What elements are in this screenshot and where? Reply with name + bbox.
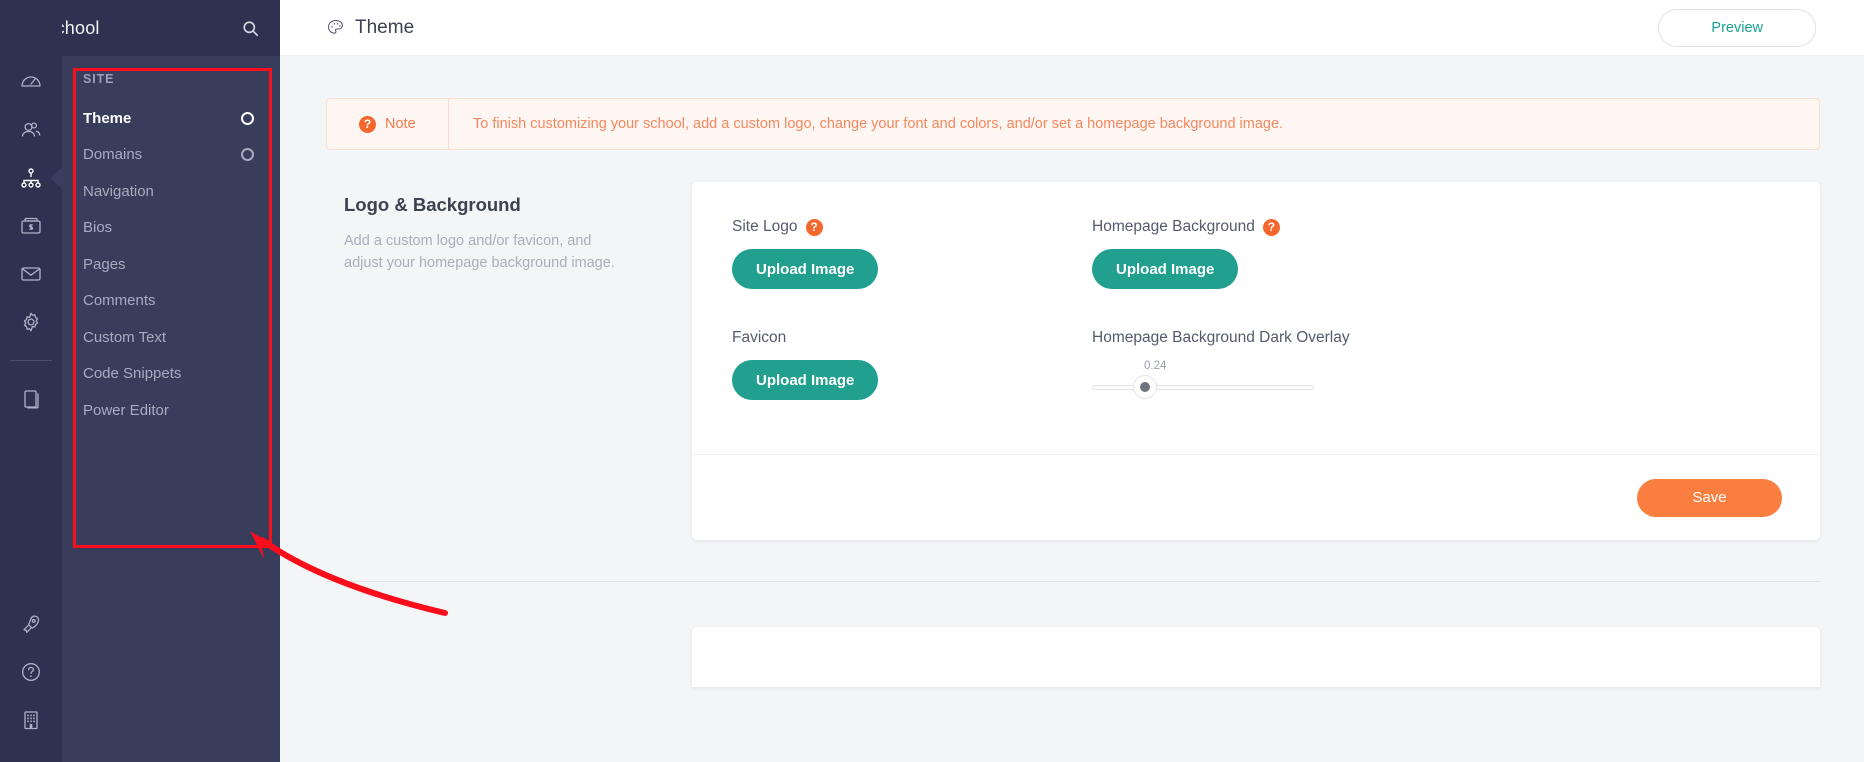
dark-overlay-label: Homepage Background Dark Overlay xyxy=(1092,329,1452,347)
dashboard-icon[interactable] xyxy=(0,58,62,106)
note-label: ? Note xyxy=(327,99,449,149)
book-icon[interactable] xyxy=(0,375,62,423)
primary-icon-rail xyxy=(0,0,62,762)
right-field-column: Homepage Background ? Upload Image Homep… xyxy=(1092,218,1452,400)
sidebar-item-label: Theme xyxy=(83,110,131,127)
billing-icon[interactable] xyxy=(0,202,62,250)
main-area: Theme Preview ? Note To finish customizi… xyxy=(280,0,1864,762)
logo-background-card: Site Logo ? Upload Image Favicon Upload … xyxy=(692,182,1820,540)
homepage-background-label: Homepage Background ? xyxy=(1092,218,1452,236)
dark-overlay-slider[interactable] xyxy=(1092,378,1314,396)
favicon-label-text: Favicon xyxy=(732,329,786,347)
dark-overlay-field: Homepage Background Dark Overlay 0.24 xyxy=(1092,329,1452,396)
sitemap-icon[interactable] xyxy=(0,154,62,202)
sidebar-item-pages[interactable]: Pages xyxy=(62,246,280,283)
preview-button[interactable]: Preview xyxy=(1658,9,1816,47)
status-ring-icon xyxy=(241,148,254,161)
section-subtext: Add a custom logo and/or favicon, and ad… xyxy=(344,230,620,275)
dark-overlay-label-text: Homepage Background Dark Overlay xyxy=(1092,329,1350,347)
sidebar-item-theme[interactable]: Theme xyxy=(62,100,280,137)
page-title-text: Theme xyxy=(355,17,414,39)
mail-icon[interactable] xyxy=(0,250,62,298)
help-circle-icon[interactable] xyxy=(0,648,62,696)
note-banner: ? Note To finish customizing your school… xyxy=(326,98,1820,150)
sidebar-item-label: Comments xyxy=(83,292,156,309)
users-icon[interactable] xyxy=(0,106,62,154)
site-logo-upload-button[interactable]: Upload Image xyxy=(732,249,878,289)
building-icon[interactable] xyxy=(0,696,62,744)
next-section-card xyxy=(692,627,1820,687)
rocket-icon[interactable] xyxy=(0,600,62,648)
card-body: Site Logo ? Upload Image Favicon Upload … xyxy=(692,182,1820,454)
site-logo-label: Site Logo ? xyxy=(732,218,1092,236)
save-button[interactable]: Save xyxy=(1637,479,1782,517)
palette-icon xyxy=(326,18,345,37)
sidebar-item-bios[interactable]: Bios xyxy=(62,210,280,247)
favicon-upload-button[interactable]: Upload Image xyxy=(732,360,878,400)
section-description: Logo & Background Add a custom logo and/… xyxy=(326,182,692,540)
favicon-field: Favicon Upload Image xyxy=(732,329,1092,400)
subnav-group-label: SITE xyxy=(62,56,280,100)
sidebar-item-power-editor[interactable]: Power Editor xyxy=(62,392,280,429)
sidebar-item-label: Domains xyxy=(83,146,142,163)
search-icon[interactable] xyxy=(241,19,260,38)
note-message: To finish customizing your school, add a… xyxy=(449,99,1283,149)
site-logo-field: Site Logo ? Upload Image xyxy=(732,218,1092,289)
page-title: Theme xyxy=(326,17,414,39)
question-badge-icon: ? xyxy=(359,116,376,133)
slider-thumb[interactable] xyxy=(1133,375,1157,399)
settings-gear-icon[interactable] xyxy=(0,298,62,346)
site-logo-label-text: Site Logo xyxy=(732,218,798,236)
sidebar-item-domains[interactable]: Domains xyxy=(62,137,280,174)
sidebar-item-navigation[interactable]: Navigation xyxy=(62,173,280,210)
sidebar-item-label: Navigation xyxy=(83,183,154,200)
sidebar-item-label: Custom Text xyxy=(83,329,166,346)
sidebar-item-comments[interactable]: Comments xyxy=(62,283,280,320)
slider-track[interactable] xyxy=(1092,385,1314,390)
homepage-background-upload-button[interactable]: Upload Image xyxy=(1092,249,1238,289)
homepage-background-field: Homepage Background ? Upload Image xyxy=(1092,218,1452,289)
help-icon[interactable]: ? xyxy=(806,219,823,236)
app-root: myschool SITE Theme Domains Navigation B… xyxy=(0,0,1864,762)
sidebar-item-label: Code Snippets xyxy=(83,365,181,382)
rail-divider xyxy=(10,360,52,361)
sidebar-item-label: Pages xyxy=(83,256,126,273)
content-scroll-area: ? Note To finish customizing your school… xyxy=(280,56,1864,762)
left-field-column: Site Logo ? Upload Image Favicon Upload … xyxy=(732,218,1092,400)
card-footer: Save xyxy=(692,454,1820,540)
sidebar-item-label: Bios xyxy=(83,219,112,236)
section-divider xyxy=(326,581,1820,582)
homepage-background-label-text: Homepage Background xyxy=(1092,218,1255,236)
favicon-label: Favicon xyxy=(732,329,1092,347)
rail-top-group xyxy=(0,0,62,423)
secondary-sidebar: myschool SITE Theme Domains Navigation B… xyxy=(62,0,280,762)
note-label-text: Note xyxy=(385,116,416,132)
rail-bottom-group xyxy=(0,600,62,744)
dark-overlay-value: 0.24 xyxy=(1144,360,1452,372)
help-icon[interactable]: ? xyxy=(1263,219,1280,236)
section-heading: Logo & Background xyxy=(344,194,620,216)
logo-background-section: Logo & Background Add a custom logo and/… xyxy=(326,182,1820,540)
sidebar-item-label: Power Editor xyxy=(83,402,169,419)
sidebar-item-code-snippets[interactable]: Code Snippets xyxy=(62,356,280,393)
sidebar-item-custom-text[interactable]: Custom Text xyxy=(62,319,280,356)
top-bar: Theme Preview xyxy=(280,0,1864,56)
status-ring-icon xyxy=(241,112,254,125)
